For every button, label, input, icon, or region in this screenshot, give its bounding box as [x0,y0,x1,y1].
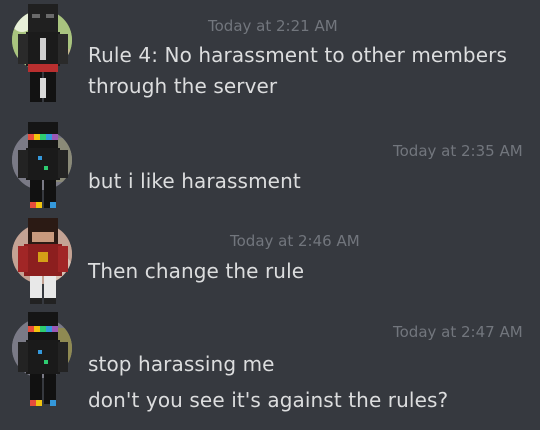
message-text-line: Then change the rule [88,259,305,283]
message-group-3: Today at 2:46 AM Then change the rule [0,216,540,308]
minecraft-skin-dark-figure-icon [18,4,68,102]
message-timestamp: Today at 2:46 AM [230,232,360,250]
message-group-2: Today at 2:35 AM but i like harassment [0,120,540,216]
minecraft-skin-rainbow-figure-icon [18,122,68,208]
message-group-1: Today at 2:21 AM Rule 4: No harassment t… [0,0,540,120]
message-timestamp: Today at 2:21 AM [208,17,338,35]
message-group-4: Today at 2:47 AM stop harassing me don't… [0,308,540,430]
message-text-line: but i like harassment [88,169,301,193]
message-text-line: don't you see it's against the rules? [88,388,449,412]
message-timestamp: Today at 2:35 AM [393,142,523,160]
message-text-line: through the server [88,74,278,98]
message-text-line: Rule 4: No harassment to other members [88,43,507,67]
minecraft-skin-red-figure-icon [18,218,68,304]
minecraft-skin-rainbow-figure-icon [18,312,68,406]
message-timestamp: Today at 2:47 AM [393,323,523,341]
message-text-line: stop harassing me [88,352,275,376]
